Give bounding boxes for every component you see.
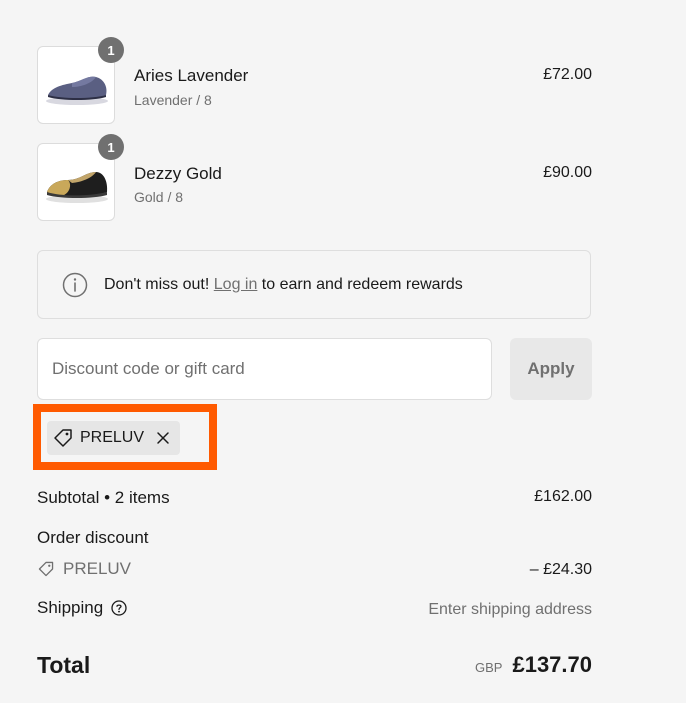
tag-icon — [37, 560, 55, 578]
rewards-prefix: Don't miss out! — [104, 275, 214, 293]
product-variant: Gold / 8 — [134, 189, 184, 205]
lavender-loafer-image — [46, 76, 108, 105]
gold-loafer-image — [46, 172, 108, 203]
tag-icon — [52, 427, 74, 449]
login-link[interactable]: Log in — [214, 276, 258, 293]
product-thumbnail-aries-lavender: 1 — [37, 37, 124, 124]
help-icon[interactable] — [111, 600, 127, 616]
product-price: £90.00 — [543, 164, 592, 181]
discount-code-input[interactable] — [37, 338, 492, 400]
quantity-badge: 1 — [98, 134, 124, 160]
currency-code: GBP — [475, 660, 503, 675]
quantity-badge: 1 — [98, 37, 124, 63]
applied-code-label: PRELUV — [80, 429, 145, 446]
subtotal-label: Subtotal • 2 items — [37, 488, 170, 507]
product-name: Dezzy Gold — [134, 164, 222, 183]
subtotal-value: £162.00 — [534, 488, 592, 505]
rewards-banner: Don't miss out! Log in to earn and redee… — [37, 250, 591, 319]
total-amount: GBP £137.70 — [475, 652, 592, 678]
total-value: £137.70 — [512, 652, 592, 677]
total-label: Total — [37, 652, 91, 678]
product-thumbnail-dezzy-gold: 1 — [37, 134, 124, 221]
discount-code-text: PRELUV — [63, 559, 132, 578]
product-name: Aries Lavender — [134, 66, 249, 85]
product-price: £72.00 — [543, 66, 592, 83]
rewards-text: Don't miss out! Log in to earn and redee… — [104, 276, 463, 294]
discount-value: – £24.30 — [529, 561, 592, 578]
product-variant: Lavender / 8 — [134, 92, 212, 108]
shipping-value: Enter shipping address — [428, 601, 592, 618]
info-icon — [62, 272, 88, 298]
applied-discount-tag: PRELUV — [47, 421, 181, 455]
shipping-row: Shipping — [37, 598, 127, 618]
discount-code-row: PRELUV — [37, 559, 131, 579]
shipping-label: Shipping — [37, 598, 104, 617]
rewards-suffix: to earn and redeem rewards — [257, 275, 463, 293]
apply-button[interactable]: Apply — [510, 338, 592, 400]
remove-discount-icon[interactable] — [156, 431, 170, 445]
order-discount-label: Order discount — [37, 528, 149, 547]
